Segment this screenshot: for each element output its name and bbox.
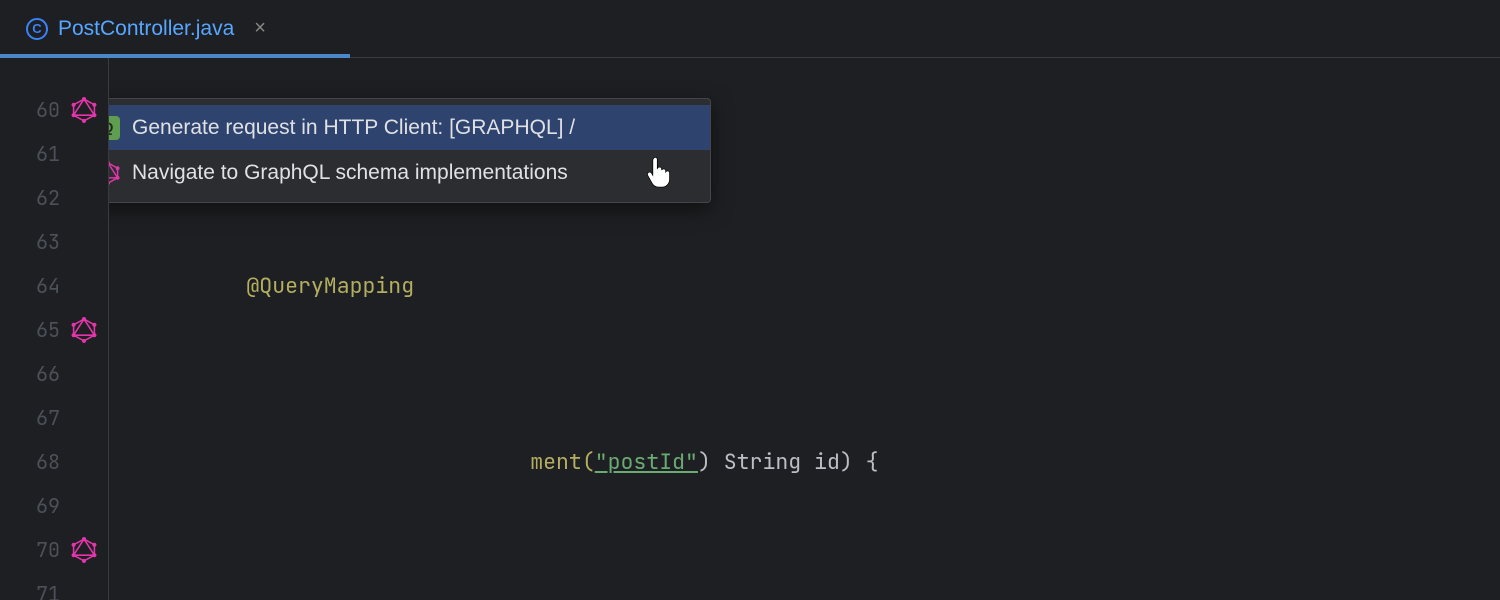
line-number: 69 xyxy=(0,484,60,528)
graphql-icon[interactable] xyxy=(71,97,97,123)
line-number: 71 xyxy=(0,572,60,600)
intention-action[interactable]: Q Generate request in HTTP Client: [GRAPH… xyxy=(108,105,710,150)
line-number: 66 xyxy=(0,352,60,396)
http-request-icon: Q xyxy=(108,116,120,140)
tab-bar: C PostController.java × xyxy=(0,0,1500,58)
intention-action[interactable]: Navigate to GraphQL schema implementatio… xyxy=(108,150,710,195)
graphql-icon[interactable] xyxy=(71,537,97,563)
gutter-slot xyxy=(60,264,108,308)
code-line[interactable]: return postService.getPostById(id); xyxy=(109,572,1500,600)
line-number: 67 xyxy=(0,396,60,440)
gutter-slot xyxy=(60,396,108,440)
line-number: 61 xyxy=(0,132,60,176)
gutter-slot xyxy=(60,132,108,176)
string-literal: "postId" xyxy=(595,448,698,476)
close-icon[interactable]: × xyxy=(254,17,266,40)
line-number: 62 xyxy=(0,176,60,220)
line-number: 68 xyxy=(0,440,60,484)
line-number: 60 xyxy=(0,88,60,132)
graphql-icon[interactable] xyxy=(108,160,120,186)
gutter-slot xyxy=(60,308,108,352)
gutter-slot xyxy=(60,572,108,600)
file-tab[interactable]: C PostController.java × xyxy=(14,0,278,57)
annotation: @QueryMapping xyxy=(246,272,414,300)
annotation-part: ment( xyxy=(530,448,595,476)
intention-label: Generate request in HTTP Client: [GRAPHQ… xyxy=(132,113,575,142)
code-line[interactable]: public Post post(@Argument("postId") Str… xyxy=(109,396,1500,440)
line-number: 65 xyxy=(0,308,60,352)
line-number: 64 xyxy=(0,264,60,308)
gutter-slot xyxy=(60,484,108,528)
editor: 606162636465666768697071 @Que xyxy=(0,58,1500,600)
line-gutter: 606162636465666768697071 xyxy=(0,58,60,600)
line-number: 70 xyxy=(0,528,60,572)
gutter-slot xyxy=(60,528,108,572)
line-number: 63 xyxy=(0,220,60,264)
gutter-slot xyxy=(60,352,108,396)
gutter-slot xyxy=(60,88,108,132)
java-class-icon: C xyxy=(26,18,48,40)
gutter-slot xyxy=(60,176,108,220)
code-text: ) String id) { xyxy=(698,448,879,476)
gutter-slot xyxy=(60,220,108,264)
graphql-icon xyxy=(108,161,120,185)
graphql-icon[interactable] xyxy=(71,317,97,343)
gutter-slot xyxy=(60,440,108,484)
gutter-icon-column xyxy=(60,58,108,600)
intention-label: Navigate to GraphQL schema implementatio… xyxy=(132,158,568,187)
code-area[interactable]: @QueryMapping public Post post(@Argument… xyxy=(108,58,1500,600)
intention-popup: Q Generate request in HTTP Client: [GRAPH… xyxy=(108,98,711,203)
tab-title: PostController.java xyxy=(58,17,234,41)
code-line[interactable]: @QueryMapping xyxy=(109,220,1500,264)
